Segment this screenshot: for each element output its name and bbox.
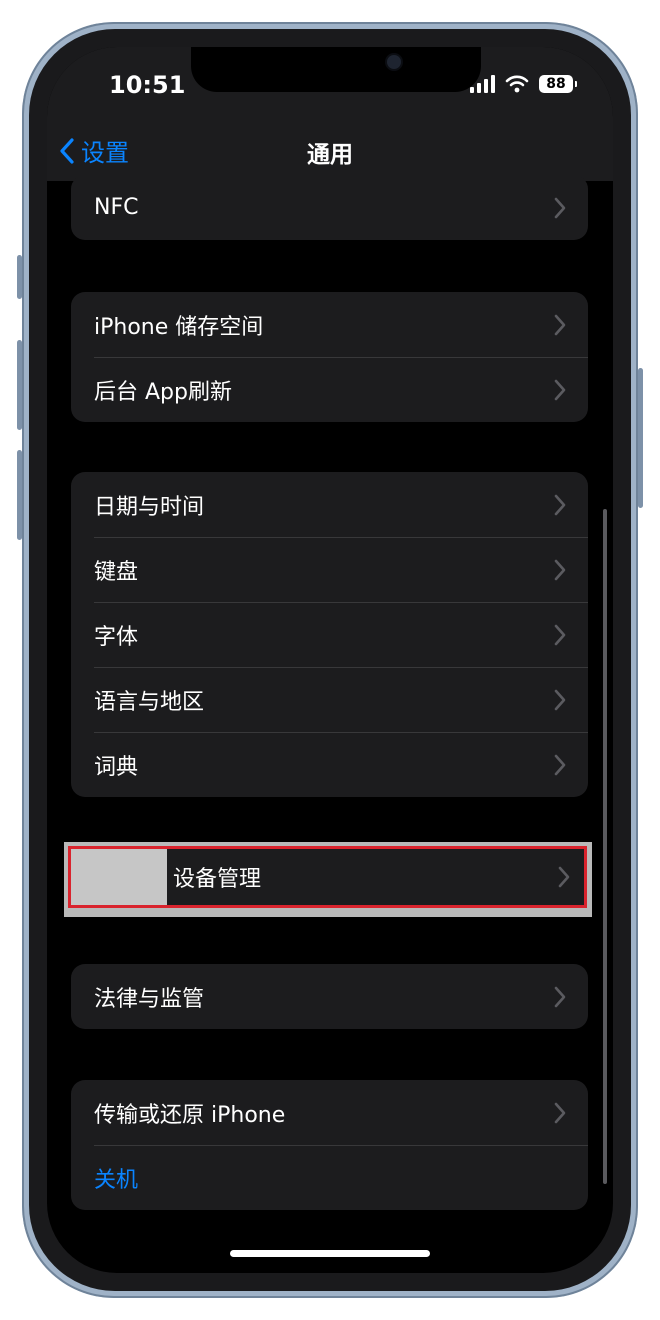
row-label: 传输或还原 iPhone: [94, 1102, 286, 1128]
dynamic-island: [191, 47, 481, 92]
chevron-right-icon: [554, 624, 566, 645]
row-background-app-refresh[interactable]: 后台 App刷新: [71, 357, 588, 422]
row-nfc[interactable]: NFC: [71, 175, 588, 240]
nfc-group: NFC: [71, 175, 588, 240]
highlight-frame: 设备管理: [64, 842, 592, 917]
row-language-region[interactable]: 语言与地区: [71, 667, 588, 732]
home-indicator[interactable]: [230, 1250, 430, 1257]
navigation-bar: 通用 设置: [47, 129, 613, 181]
action-button: [17, 255, 22, 299]
row-keyboard[interactable]: 键盘: [71, 537, 588, 602]
wifi-icon: [505, 75, 529, 93]
power-button: [638, 368, 643, 508]
row-label: 字体: [94, 624, 139, 650]
row-label: 键盘: [94, 559, 139, 585]
row-label: 法律与监管: [94, 986, 205, 1012]
row-label: 设备管理: [173, 867, 262, 892]
battery-icon: 88: [539, 75, 577, 93]
chevron-right-icon: [554, 986, 566, 1007]
row-dictionary[interactable]: 词典: [71, 732, 588, 797]
front-camera: [387, 55, 401, 69]
back-button[interactable]: 设置: [59, 133, 129, 168]
locale-group: 日期与时间 键盘 字体 语言与地区 词典: [71, 472, 588, 797]
back-label: 设置: [81, 139, 129, 167]
row-label: 词典: [94, 754, 139, 780]
row-label: 日期与时间: [94, 494, 205, 520]
row-device-management[interactable]: 设备管理: [68, 846, 587, 908]
row-legal-regulatory[interactable]: 法律与监管: [71, 964, 588, 1029]
row-iphone-storage[interactable]: iPhone 储存空间: [71, 292, 588, 357]
chevron-right-icon: [554, 197, 566, 218]
redaction-block: [71, 849, 167, 905]
chevron-right-icon: [554, 1102, 566, 1123]
storage-group: iPhone 储存空间 后台 App刷新: [71, 292, 588, 422]
chevron-right-icon: [554, 559, 566, 580]
row-transfer-reset[interactable]: 传输或还原 iPhone: [71, 1080, 588, 1145]
volume-down-button: [17, 450, 22, 540]
chevron-right-icon: [554, 379, 566, 400]
chevron-right-icon: [558, 866, 570, 888]
row-fonts[interactable]: 字体: [71, 602, 588, 667]
status-icons: 88: [470, 75, 577, 93]
row-label: iPhone 储存空间: [94, 314, 264, 340]
shutdown-button[interactable]: 关机: [71, 1145, 588, 1210]
scroll-indicator: [603, 509, 607, 1184]
legal-group: 法律与监管: [71, 964, 588, 1029]
status-time: 10:51: [109, 71, 186, 99]
cellular-signal-icon: [470, 75, 495, 93]
battery-level: 88: [546, 76, 566, 92]
status-bar: 10:51 88: [47, 47, 613, 129]
page-title: 通用: [307, 142, 353, 168]
chevron-left-icon: [60, 137, 74, 164]
chevron-right-icon: [554, 754, 566, 775]
chevron-right-icon: [554, 689, 566, 710]
volume-up-button: [17, 340, 22, 430]
reset-group: 传输或还原 iPhone 关机: [71, 1080, 588, 1210]
row-date-time[interactable]: 日期与时间: [71, 472, 588, 537]
row-label: 关机: [94, 1167, 139, 1193]
chevron-right-icon: [554, 314, 566, 335]
row-label: NFC: [94, 195, 139, 220]
chevron-right-icon: [554, 494, 566, 515]
row-label: 后台 App刷新: [94, 379, 232, 405]
screen: 10:51 88 通用 设置 NFC iPhone 储存空间 后台 App刷新 …: [47, 47, 613, 1273]
row-label: 语言与地区: [94, 689, 205, 715]
